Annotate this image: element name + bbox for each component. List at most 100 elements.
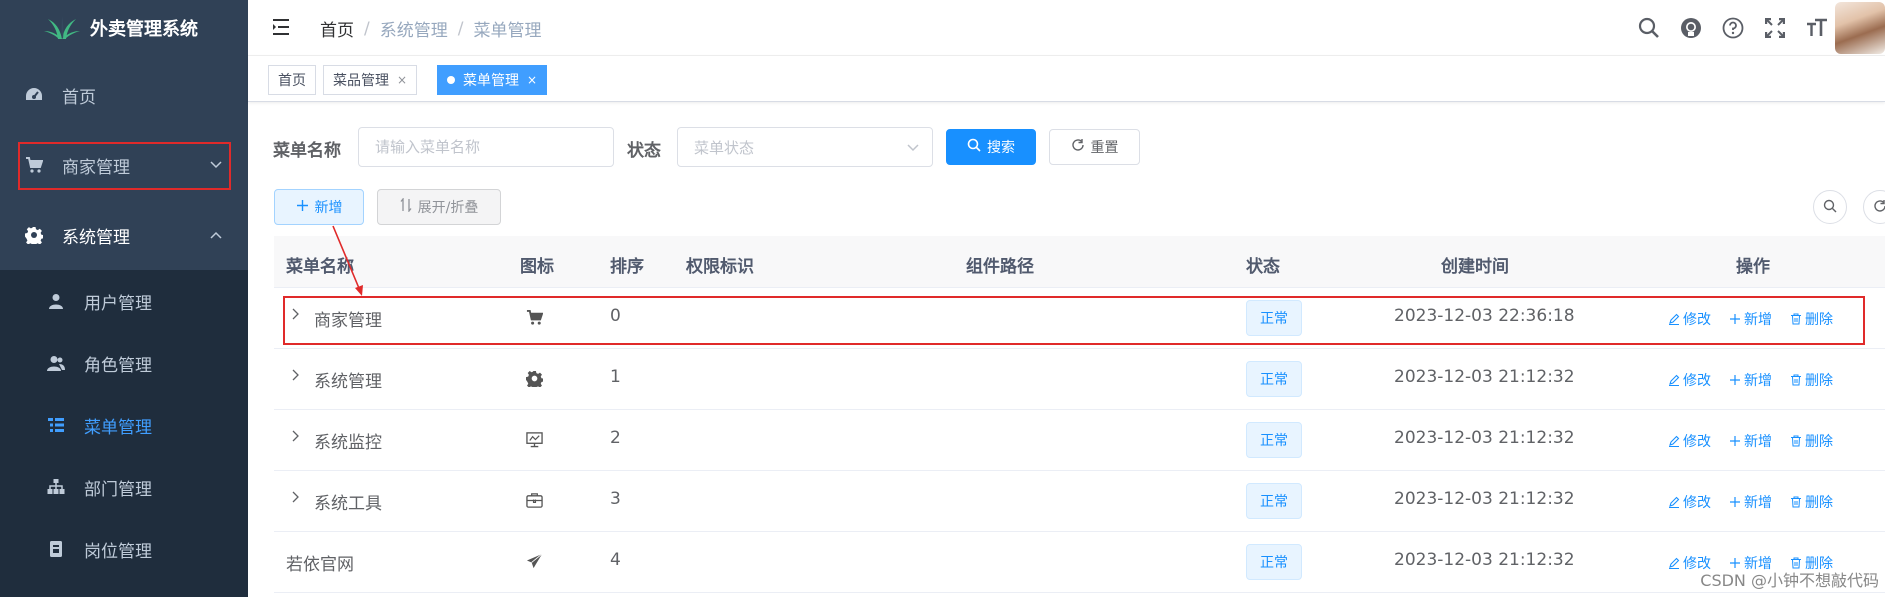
breadcrumb-item[interactable]: 首页 (320, 16, 354, 41)
tag-home[interactable]: 首页 (268, 65, 316, 95)
delete-label: 删除 (1805, 373, 1833, 389)
sidebar-item-system[interactable]: 系统管理 (0, 207, 248, 263)
tag-menus[interactable]: 菜单管理 × (437, 65, 548, 95)
chevron-up-icon (210, 228, 222, 242)
edit-button[interactable]: 修改 (1668, 370, 1711, 390)
status-badge: 正常 (1246, 544, 1302, 580)
tags-view: 首页 菜品管理 × 菜单管理 × (248, 56, 1885, 102)
created-time: 2023-12-03 21:12:32 (1394, 428, 1575, 448)
breadcrumb-separator: / (364, 18, 370, 39)
sidebar-item-departments[interactable]: 部门管理 (0, 459, 248, 515)
menu-name-input[interactable] (358, 127, 614, 167)
add-child-button[interactable]: 新增 (1729, 492, 1772, 512)
app-title: 外卖管理系统 (90, 19, 198, 40)
menu-name: 系统监控 (314, 433, 382, 453)
menu-name-label: 菜单名称 (273, 141, 341, 161)
refresh-button[interactable] (1863, 190, 1885, 224)
status-select[interactable]: 菜单状态 (677, 127, 933, 167)
breadcrumb-item: 菜单管理 (473, 21, 542, 41)
highlight-box-row (283, 296, 1865, 345)
monitor-icon (526, 431, 543, 453)
edit-button[interactable]: 修改 (1668, 431, 1711, 451)
table-header: 菜单名称 图标 排序 权限标识 组件路径 状态 创建时间 操作 (274, 236, 1885, 288)
sidebar-item-label: 首页 (62, 87, 96, 108)
table-row[interactable]: 系统监控 2 正常 2023-12-03 21:12:32 修改 新增 删除 (274, 410, 1885, 471)
post-icon (44, 541, 68, 557)
gear-icon (22, 226, 46, 244)
chevron-right-icon[interactable] (292, 369, 300, 385)
search-button-label: 搜索 (987, 140, 1015, 156)
add-button[interactable]: 新增 (274, 189, 364, 225)
column-header: 排序 (610, 257, 644, 277)
chevron-down-icon (906, 140, 920, 154)
column-header: 组件路径 (966, 257, 1034, 277)
watermark: CSDN @小钟不想敲代码 (1700, 571, 1879, 590)
search-icon (967, 138, 981, 156)
expand-collapse-button[interactable]: 展开/折叠 (377, 189, 501, 225)
gear-icon (526, 370, 544, 392)
search-icon (1823, 198, 1837, 217)
order-value: 1 (610, 367, 621, 387)
navbar: 首页 / 系统管理 / 菜单管理 (248, 0, 1885, 56)
breadcrumb-separator: / (457, 18, 464, 39)
highlight-box-sidebar (18, 142, 231, 190)
logo: 外卖管理系统 (0, 0, 248, 56)
font-size-icon[interactable] (1805, 16, 1829, 40)
column-header: 创建时间 (1441, 257, 1509, 277)
github-icon[interactable] (1679, 16, 1703, 40)
status-badge: 正常 (1246, 361, 1302, 397)
status-placeholder: 菜单状态 (694, 138, 755, 157)
sidebar-item-label: 系统管理 (62, 227, 130, 248)
refresh-icon (1071, 138, 1085, 156)
delete-label: 删除 (1805, 434, 1833, 450)
column-header: 权限标识 (686, 257, 754, 277)
delete-button[interactable]: 删除 (1790, 431, 1833, 451)
edit-label: 修改 (1683, 434, 1711, 450)
toggle-search-button[interactable] (1813, 190, 1847, 224)
add-label: 新增 (1744, 434, 1772, 450)
tree-icon (44, 479, 68, 495)
delete-button[interactable]: 删除 (1790, 492, 1833, 512)
add-child-button[interactable]: 新增 (1729, 431, 1772, 451)
edit-button[interactable]: 修改 (1668, 492, 1711, 512)
peoples-icon (44, 355, 68, 371)
created-time: 2023-12-03 21:12:32 (1394, 489, 1575, 509)
tag-dishes[interactable]: 菜品管理 × (323, 65, 418, 95)
search-icon[interactable] (1637, 16, 1661, 40)
menu-name: 系统管理 (314, 372, 382, 392)
question-icon[interactable] (1721, 16, 1745, 40)
fullscreen-icon[interactable] (1763, 16, 1787, 40)
sidebar-item-posts[interactable]: 岗位管理 (0, 521, 248, 577)
sort-icon (400, 197, 412, 216)
sidebar-item-home[interactable]: 首页 (0, 67, 248, 123)
sidebar-item-users[interactable]: 用户管理 (0, 273, 248, 329)
header-tools (1637, 16, 1829, 40)
search-button[interactable]: 搜索 (946, 129, 1036, 165)
chevron-right-icon[interactable] (292, 491, 300, 507)
sidebar-item-menus[interactable]: 菜单管理 (0, 397, 248, 453)
created-time: 2023-12-03 21:12:32 (1394, 550, 1575, 570)
user-icon (44, 293, 68, 309)
close-icon[interactable]: × (527, 73, 537, 87)
close-icon[interactable]: × (397, 73, 407, 87)
sidebar-item-roles[interactable]: 角色管理 (0, 335, 248, 391)
add-button-label: 新增 (314, 200, 343, 216)
add-child-button[interactable]: 新增 (1729, 370, 1772, 390)
delete-button[interactable]: 删除 (1790, 370, 1833, 390)
avatar[interactable] (1835, 2, 1885, 54)
table-row[interactable]: 系统工具 3 正常 2023-12-03 21:12:32 修改 新增 删除 (274, 471, 1885, 532)
created-time: 2023-12-03 21:12:32 (1394, 367, 1575, 387)
order-value: 4 (610, 550, 621, 570)
edit-label: 修改 (1683, 373, 1711, 389)
sidebar-item-label: 用户管理 (84, 293, 152, 314)
expand-button-label: 展开/折叠 (417, 200, 479, 216)
reset-button[interactable]: 重置 (1049, 129, 1140, 165)
table-row[interactable]: 系统管理 1 正常 2023-12-03 21:12:32 修改 新增 删除 (274, 349, 1885, 410)
table-row[interactable]: 若依官网 4 正常 2023-12-03 21:12:32 修改 新增 删除 (274, 532, 1885, 593)
tag-label: 菜品管理 (333, 73, 389, 89)
chevron-right-icon[interactable] (292, 430, 300, 446)
order-value: 3 (610, 489, 621, 509)
column-header: 操作 (1736, 257, 1770, 277)
dashboard-icon (22, 86, 46, 104)
hamburger-icon[interactable] (272, 16, 294, 38)
